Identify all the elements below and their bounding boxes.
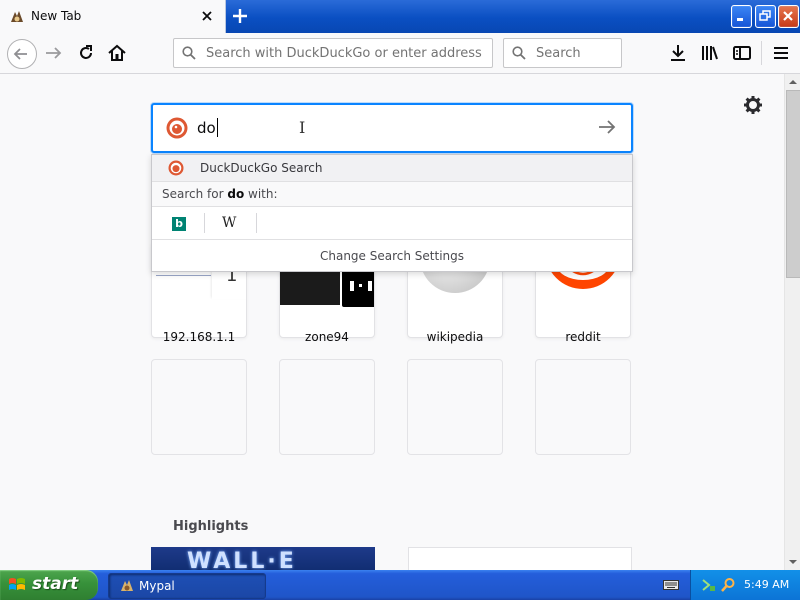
taskbar-item-mypal[interactable]: Mypal <box>108 573 266 599</box>
minimize-icon <box>737 18 743 21</box>
system-tray: 5:49 AM <box>690 570 800 600</box>
url-bar-placeholder: Search with DuckDuckGo or enter address <box>206 46 482 61</box>
home-icon[interactable] <box>106 42 128 64</box>
ibeam-cursor-icon: I <box>299 118 306 137</box>
text-caret <box>217 118 218 137</box>
page-search-box[interactable]: do I <box>151 103 633 153</box>
search-bar-placeholder: Search <box>536 46 581 61</box>
downloads-icon[interactable] <box>668 43 688 63</box>
search-for-header: Search for do with: <box>152 182 632 207</box>
gear-icon[interactable] <box>743 95 763 115</box>
search-icon[interactable] <box>720 577 736 593</box>
search-icon <box>512 46 526 60</box>
highlights-heading: Highlights <box>173 519 249 534</box>
close-tab-icon[interactable] <box>199 8 215 24</box>
vertical-scrollbar[interactable] <box>784 74 800 570</box>
wikipedia-icon[interactable]: W <box>222 215 236 231</box>
toolbar-separator <box>761 41 762 65</box>
top-site-label: 192.168.1.1 <box>162 330 236 344</box>
top-site-label: wikipedia <box>426 330 484 344</box>
highlight-card[interactable] <box>408 547 632 570</box>
scroll-up-arrow-icon[interactable] <box>785 74 800 90</box>
search-for-prefix: Search for <box>162 187 228 201</box>
page-search-input-value[interactable]: do <box>197 119 216 137</box>
keyboard-layout-icon[interactable] <box>663 578 679 592</box>
new-tab-page: 1 192.168.1.1 zone94 wikipedia reddit Hi… <box>0 74 784 570</box>
back-arrow-icon <box>13 48 27 60</box>
restore-button[interactable] <box>755 5 776 28</box>
empty-top-site-slot <box>407 359 503 455</box>
search-suggestions-dropdown: DuckDuckGo Search Search for do with: b … <box>151 154 633 272</box>
duckduckgo-search-label: DuckDuckGo Search <box>200 161 323 175</box>
one-off-engines-row: b W <box>152 207 632 240</box>
search-icon <box>182 46 196 60</box>
arrow-right-icon[interactable] <box>598 119 616 135</box>
bing-icon[interactable]: b <box>172 217 186 231</box>
highlight-card-image-text: WALL·E <box>187 549 297 570</box>
highlight-card[interactable]: WALL·E <box>151 547 375 570</box>
scroll-down-arrow-icon[interactable] <box>785 554 800 570</box>
tab-new-tab[interactable]: New Tab <box>0 0 226 33</box>
navigation-toolbar: Search with DuckDuckGo or enter address … <box>0 33 800 74</box>
mypal-logo-icon <box>121 580 133 591</box>
close-window-button[interactable] <box>778 5 799 28</box>
minimize-button[interactable] <box>731 5 752 28</box>
scrollbar-thumb[interactable] <box>786 90 800 278</box>
duckduckgo-logo-icon <box>166 117 188 139</box>
title-bar: New Tab <box>0 0 800 33</box>
top-site-label: zone94 <box>305 330 349 344</box>
start-label: start <box>32 574 79 594</box>
url-bar[interactable]: Search with DuckDuckGo or enter address <box>173 38 493 68</box>
new-tab-icon[interactable] <box>231 7 249 25</box>
reload-icon[interactable] <box>75 42 97 64</box>
library-icon[interactable] <box>700 43 720 63</box>
tab-title: New Tab <box>31 9 82 23</box>
top-site-label: reddit <box>565 330 601 344</box>
windows-logo-icon <box>9 578 25 590</box>
search-for-term: do <box>227 187 245 201</box>
sidebar-icon[interactable] <box>732 43 752 63</box>
clock: 5:49 AM <box>744 578 790 591</box>
change-search-settings-label: Change Search Settings <box>319 249 465 263</box>
hamburger-menu-icon[interactable] <box>771 43 791 63</box>
duckduckgo-logo-icon <box>168 160 184 176</box>
empty-top-site-slot <box>151 359 247 455</box>
start-button[interactable]: start <box>0 570 98 600</box>
engine-separator <box>204 213 205 233</box>
forward-arrow-icon[interactable] <box>43 42 65 64</box>
back-button[interactable] <box>7 39 37 69</box>
windows-taskbar: start Mypal 5:49 AM <box>0 570 800 600</box>
taskbar-item-label: Mypal <box>139 579 175 593</box>
search-for-suffix: with: <box>244 187 278 201</box>
empty-top-site-slot <box>535 359 631 455</box>
network-icon[interactable] <box>701 577 717 593</box>
close-window-icon <box>783 11 793 21</box>
search-bar[interactable]: Search <box>503 38 622 68</box>
mypal-logo-icon <box>11 11 23 22</box>
engine-separator <box>256 213 257 233</box>
restore-icon <box>759 10 771 21</box>
change-search-settings-button[interactable]: Change Search Settings <box>152 240 632 271</box>
empty-top-site-slot <box>279 359 375 455</box>
duckduckgo-search-option[interactable]: DuckDuckGo Search <box>152 155 632 182</box>
